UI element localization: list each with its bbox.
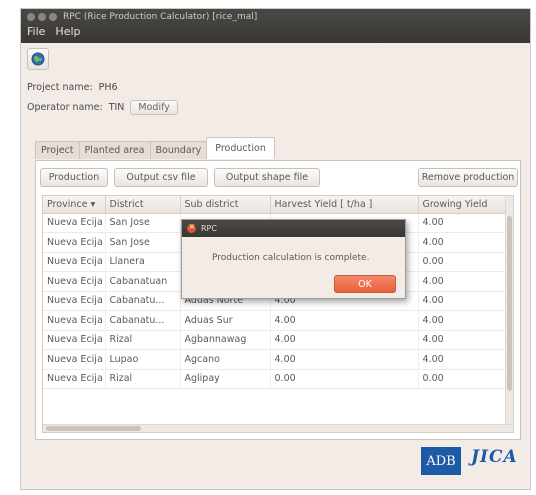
table-cell: 4.00 xyxy=(270,349,419,370)
table-cell: 0.00 xyxy=(270,369,419,389)
table-cell: Nueva Ecija xyxy=(43,271,106,292)
column-header-growing-yield[interactable]: Growing Yield xyxy=(418,196,508,214)
table-cell: Nueva Ecija xyxy=(43,291,106,311)
maximize-window-icon[interactable] xyxy=(49,13,57,21)
operator-name-value: TIN xyxy=(108,101,125,113)
table-cell: Nueva Ecija xyxy=(43,213,106,233)
table-cell: 4.00 xyxy=(418,310,508,331)
table-cell: Rizal xyxy=(105,330,181,350)
table-cell: Nueva Ecija xyxy=(43,310,106,331)
adb-logo: ADB xyxy=(421,447,461,475)
table-cell: Agbannawag xyxy=(180,330,271,350)
menu-help[interactable]: Help xyxy=(55,25,80,38)
title-bar: RPC (Rice Production Calculator) [rice_m… xyxy=(21,9,530,43)
table-cell: Aglipay xyxy=(180,369,271,389)
table-cell: Llanera xyxy=(105,252,181,272)
globe-button[interactable] xyxy=(27,48,49,70)
table-cell: Nueva Ecija xyxy=(43,252,106,272)
operator-name-label: Operator name: xyxy=(27,101,103,113)
table-row[interactable]: Nueva Ecija Rizal Aglipay 0.00 0.00 xyxy=(43,369,508,389)
project-info: Project name: PH6 Operator name: TIN Mod… xyxy=(21,73,530,117)
vertical-scroll-thumb[interactable] xyxy=(507,216,512,391)
table-cell: 4.00 xyxy=(418,232,508,253)
table-cell: 4.00 xyxy=(270,330,419,350)
tab-boundary[interactable]: Boundary xyxy=(149,141,208,159)
table-row[interactable]: Nueva Ecija Lupao Agcano 4.00 4.00 xyxy=(43,349,508,370)
horizontal-scrollbar[interactable] xyxy=(43,424,513,432)
table-cell: Cabanatuan xyxy=(105,271,181,292)
table-cell: 4.00 xyxy=(418,291,508,311)
tab-planted-area[interactable]: Planted area xyxy=(78,141,151,159)
project-name-label: Project name: xyxy=(27,81,93,93)
table-cell: Nueva Ecija xyxy=(43,349,106,370)
table-cell: Nueva Ecija xyxy=(43,330,106,350)
table-header-row: Province ▾ District Sub district Harvest… xyxy=(43,196,508,214)
table-cell: San Jose xyxy=(105,232,181,253)
table-cell: Cabanatu... xyxy=(105,291,181,311)
table-cell: 4.00 xyxy=(418,213,508,233)
completion-dialog: RPC Production calculation is complete. … xyxy=(181,219,406,299)
production-toolbar: Production Output csv file Output shape … xyxy=(40,168,518,188)
column-header-harvest-yield[interactable]: Harvest Yield [ t/ha ] xyxy=(270,196,419,214)
menu-bar: File Help xyxy=(27,25,524,38)
dialog-ok-button[interactable]: OK xyxy=(334,275,396,293)
table-cell: Cabanatu... xyxy=(105,310,181,331)
table-cell: Lupao xyxy=(105,349,181,370)
table-cell: 4.00 xyxy=(418,349,508,370)
column-header-province[interactable]: Province ▾ xyxy=(43,196,106,214)
close-window-icon[interactable] xyxy=(27,13,35,21)
horizontal-scroll-thumb[interactable] xyxy=(46,426,141,431)
table-row[interactable]: Nueva Ecija Cabanatu... Aduas Sur 4.00 4.00 xyxy=(43,310,508,331)
vertical-scrollbar[interactable] xyxy=(505,196,513,432)
minimize-window-icon[interactable] xyxy=(38,13,46,21)
output-csv-button[interactable]: Output csv file xyxy=(114,168,208,187)
production-button[interactable]: Production xyxy=(40,168,108,187)
dialog-title-bar: RPC xyxy=(182,220,405,237)
dialog-close-icon[interactable] xyxy=(187,222,196,233)
table-cell: Nueva Ecija xyxy=(43,369,106,389)
table-cell: Aduas Sur xyxy=(180,310,271,331)
window-title: RPC (Rice Production Calculator) [rice_m… xyxy=(63,12,258,22)
menu-file[interactable]: File xyxy=(27,25,45,38)
table-cell: Agcano xyxy=(180,349,271,370)
table-cell: Rizal xyxy=(105,369,181,389)
table-cell: 0.00 xyxy=(418,369,508,389)
table-cell: 0.00 xyxy=(418,252,508,272)
project-name-value: PH6 xyxy=(98,81,118,93)
tab-project[interactable]: Project xyxy=(35,141,80,159)
sort-descending-icon: ▾ xyxy=(90,198,96,210)
output-shape-button[interactable]: Output shape file xyxy=(214,168,320,187)
modify-button[interactable]: Modify xyxy=(130,99,178,115)
dialog-title: RPC xyxy=(201,224,217,233)
main-window: RPC (Rice Production Calculator) [rice_m… xyxy=(20,8,531,490)
table-cell: 4.00 xyxy=(270,310,419,331)
column-header-district[interactable]: District xyxy=(105,196,181,214)
production-panel: Production Output csv file Output shape … xyxy=(35,160,521,440)
window-controls[interactable] xyxy=(27,13,57,21)
remove-production-button[interactable]: Remove production xyxy=(418,168,518,187)
table-cell: San Jose xyxy=(105,213,181,233)
column-header-sub-district[interactable]: Sub district xyxy=(180,196,271,214)
globe-icon xyxy=(31,52,45,66)
tab-bar: Project Planted area Boundary Production xyxy=(35,137,275,159)
jica-logo: JICA xyxy=(471,447,518,467)
table-cell: Nueva Ecija xyxy=(43,232,106,253)
logo-area: ADB JICA xyxy=(421,441,530,481)
table-row[interactable]: Nueva Ecija Rizal Agbannawag 4.00 4.00 xyxy=(43,330,508,350)
dialog-message: Production calculation is complete. xyxy=(212,253,370,263)
table-cell: 4.00 xyxy=(418,271,508,292)
table-cell: 4.00 xyxy=(418,330,508,350)
toolbar xyxy=(21,43,530,73)
tab-production[interactable]: Production xyxy=(206,137,275,159)
